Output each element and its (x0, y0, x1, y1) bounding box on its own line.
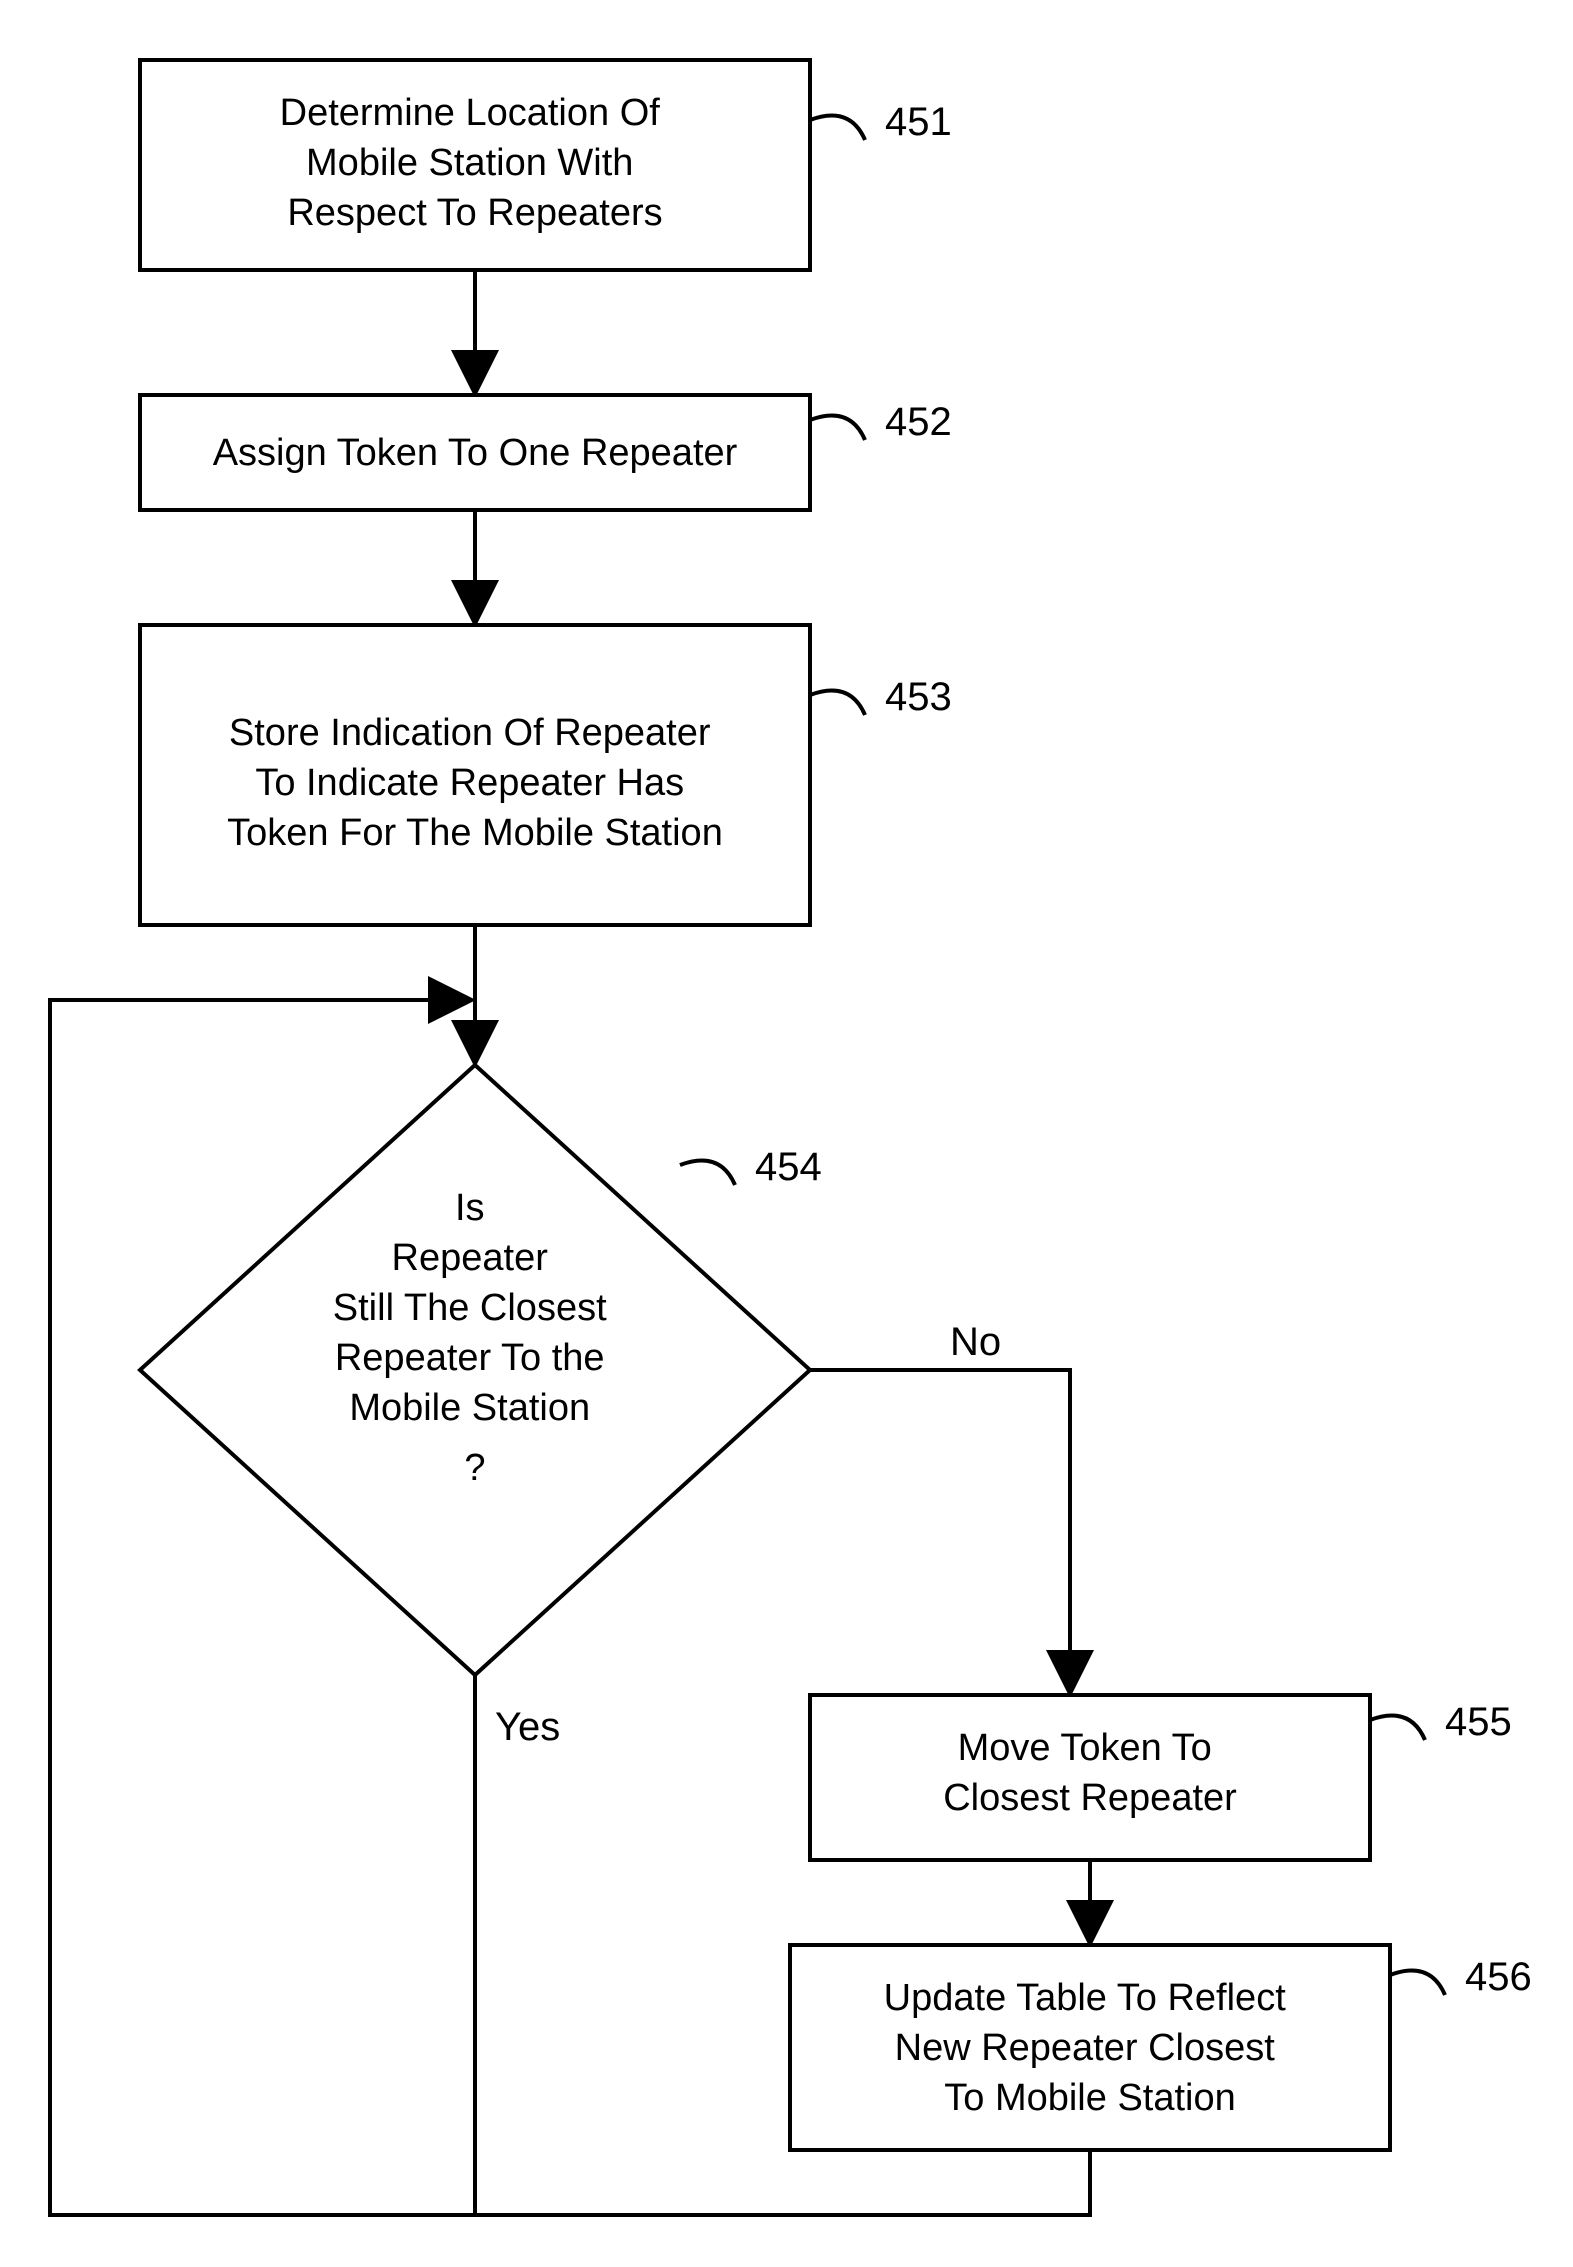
arrow-456-merge (475, 2150, 1090, 2215)
ref-456: 456 (1465, 1955, 1532, 1999)
ref-leader-453 (810, 691, 865, 716)
ref-leader-456 (1390, 1971, 1445, 1996)
ref-455: 455 (1445, 1700, 1512, 1744)
edge-yes-label: Yes (495, 1705, 560, 1749)
arrow-454-no (810, 1370, 1070, 1690)
step-451-text: Determine Location Of Mobile Station Wit… (280, 92, 671, 234)
ref-451: 451 (885, 100, 952, 144)
ref-leader-454 (680, 1161, 735, 1186)
flowchart: Determine Location Of Mobile Station Wit… (0, 0, 1573, 2267)
step-453-text: Store Indication Of Repeater To Indicate… (227, 712, 723, 854)
ref-leader-451 (810, 116, 865, 141)
ref-453: 453 (885, 675, 952, 719)
ref-454: 454 (755, 1145, 822, 1189)
ref-leader-452 (810, 416, 865, 441)
ref-452: 452 (885, 400, 952, 444)
edge-no-label: No (950, 1320, 1001, 1364)
step-456-text: Update Table To Reflect New Repeater Clo… (884, 1977, 1297, 2119)
ref-leader-455 (1370, 1716, 1425, 1741)
step-452-text: Assign Token To One Repeater (213, 432, 738, 474)
